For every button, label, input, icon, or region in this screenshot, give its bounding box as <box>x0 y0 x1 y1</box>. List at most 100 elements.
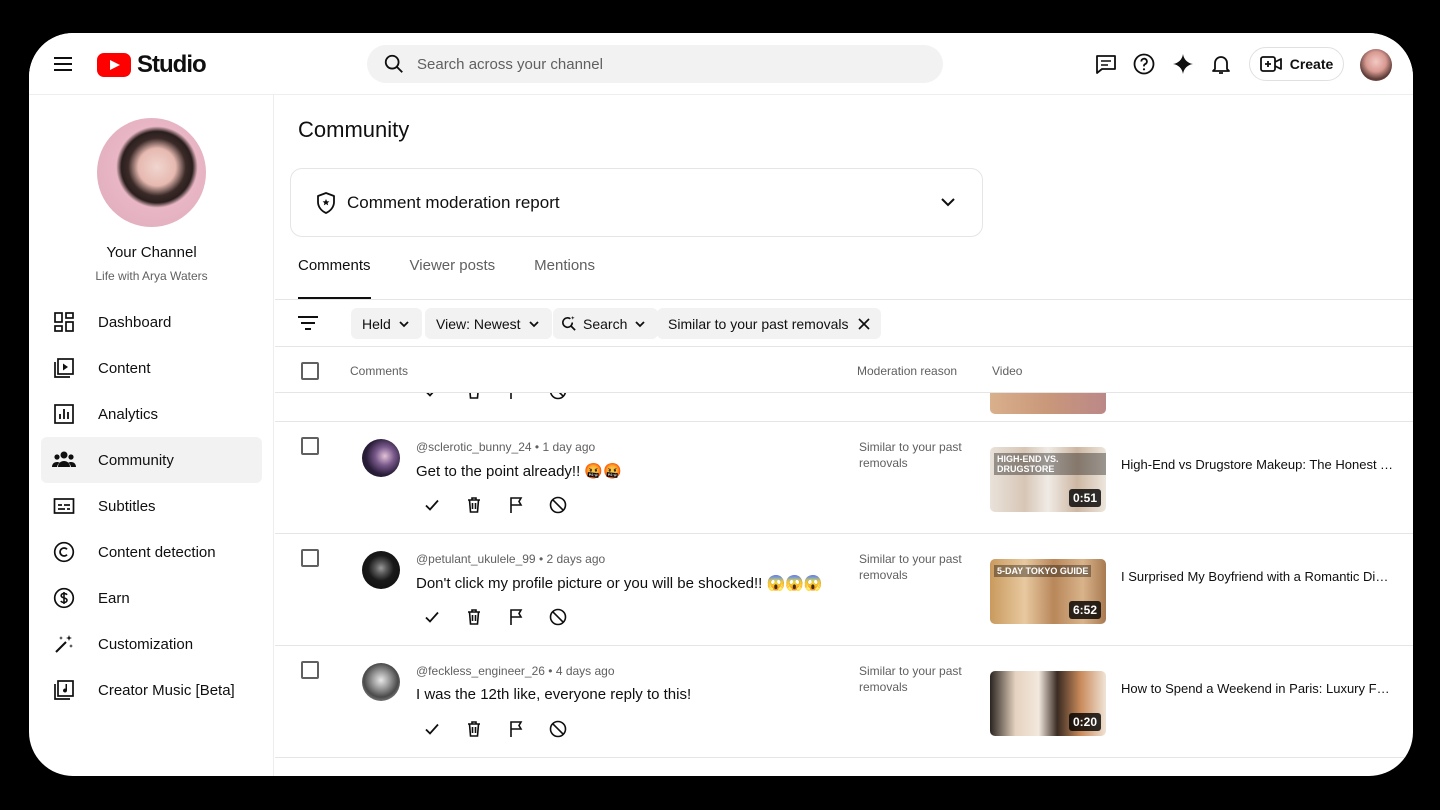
channel-subtitle: Life with Arya Waters <box>95 269 208 283</box>
magic-wand-icon <box>52 632 76 656</box>
report-flag-icon[interactable] <box>506 607 526 627</box>
sidebar-item-label: Earn <box>98 589 130 607</box>
notifications-bell-icon[interactable] <box>1209 52 1233 76</box>
comment-time: 2 days ago <box>546 552 606 566</box>
create-button[interactable]: Create <box>1249 47 1344 81</box>
delete-trash-icon[interactable] <box>464 393 484 401</box>
approve-check-icon[interactable] <box>422 719 442 739</box>
search-bar[interactable] <box>367 45 943 83</box>
report-label: Comment moderation report <box>347 192 560 212</box>
sidebar-item-label: Analytics <box>98 405 159 423</box>
account-avatar[interactable] <box>1360 49 1392 81</box>
table-row <box>275 393 1413 422</box>
video-thumbnail[interactable]: HIGH-END VS. DRUGSTORE 0:51 <box>990 447 1106 512</box>
sidebar-item-customization[interactable]: Customization <box>41 621 262 667</box>
hide-user-icon[interactable] <box>548 607 568 627</box>
top-bar: Studio Create <box>29 33 1413 95</box>
commenter-handle[interactable]: @petulant_ukulele_99 <box>416 552 536 566</box>
filter-icon[interactable] <box>297 313 319 333</box>
sidebar-item-creator-music[interactable]: Creator Music [Beta] <box>41 667 262 713</box>
delete-trash-icon[interactable] <box>464 495 484 515</box>
search-filter-chip[interactable]: Search <box>553 308 659 339</box>
sidebar-item-analytics[interactable]: Analytics <box>41 391 262 437</box>
comment-text: Get to the point already!! 🤬🤬 <box>416 463 622 480</box>
report-flag-icon[interactable] <box>506 495 526 515</box>
moderation-reason: Similar to your past removals <box>859 664 962 694</box>
similar-removals-chip[interactable]: Similar to your past removals <box>657 308 881 339</box>
search-input[interactable] <box>417 55 897 73</box>
hide-user-icon[interactable] <box>548 719 568 739</box>
sidebar-item-content[interactable]: Content <box>41 345 262 391</box>
sidebar-item-dashboard[interactable]: Dashboard <box>41 299 262 345</box>
studio-logo[interactable]: Studio <box>97 51 207 79</box>
filter-bar: Held View: Newest Search Similar to your… <box>275 300 1413 347</box>
shield-icon <box>317 191 335 214</box>
sidebar-item-label: Customization <box>98 635 194 653</box>
table-row: @petulant_ukulele_99 • 2 days ago Don't … <box>275 534 1413 646</box>
music-icon <box>52 678 76 702</box>
approve-check-icon[interactable] <box>422 393 442 401</box>
subtitles-icon <box>52 494 76 518</box>
report-flag-icon[interactable] <box>506 393 526 401</box>
commenter-avatar[interactable] <box>362 439 400 477</box>
report-flag-icon[interactable] <box>506 719 526 739</box>
comment-time: 1 day ago <box>542 440 596 454</box>
comment-meta: @feckless_engineer_26 • 4 days ago <box>416 664 615 678</box>
close-icon[interactable] <box>857 317 870 330</box>
commenter-avatar[interactable] <box>362 663 400 701</box>
help-icon[interactable] <box>1132 52 1156 76</box>
sidebar: Your Channel Life with Arya Waters Dashb… <box>29 95 274 776</box>
row-checkbox[interactable] <box>301 437 319 455</box>
thumbnail-caption: HIGH-END VS. DRUGSTORE <box>994 453 1106 475</box>
commenter-handle[interactable]: @sclerotic_bunny_24 <box>416 440 532 454</box>
sidebar-item-subtitles[interactable]: Subtitles <box>41 483 262 529</box>
tab-comments[interactable]: Comments <box>298 257 371 300</box>
video-thumbnail[interactable]: 0:20 <box>990 671 1106 736</box>
video-duration: 0:51 <box>1068 489 1101 507</box>
table-row: @sclerotic_bunny_24 • 1 day ago Get to t… <box>275 422 1413 534</box>
tab-bar: Comments Viewer posts Mentions <box>298 257 595 301</box>
comment-time: 4 days ago <box>555 664 615 678</box>
view-sort-chip[interactable]: View: Newest <box>425 308 552 339</box>
video-thumbnail[interactable]: 5-DAY TOKYO GUIDE 6:52 <box>990 559 1106 624</box>
hide-user-icon[interactable] <box>548 393 568 401</box>
comment-text: Don't click my profile picture or you wi… <box>416 575 823 592</box>
chevron-down-icon <box>635 320 645 327</box>
sparkle-icon[interactable] <box>1171 52 1195 76</box>
sidebar-nav: Dashboard Content Analytics Community Su… <box>41 299 262 713</box>
hide-user-icon[interactable] <box>548 495 568 515</box>
select-all-checkbox[interactable] <box>301 362 319 380</box>
sidebar-item-community[interactable]: Community <box>41 437 262 483</box>
hamburger-menu-icon[interactable] <box>49 52 77 76</box>
search-chip-label: Search <box>583 315 628 332</box>
approve-check-icon[interactable] <box>422 607 442 627</box>
video-title[interactable]: I Surprised My Boyfriend with a Romantic… <box>1121 569 1393 584</box>
delete-trash-icon[interactable] <box>464 607 484 627</box>
page-title: Community <box>298 117 410 142</box>
comment-moderation-report[interactable]: Comment moderation report <box>290 168 983 237</box>
channel-avatar[interactable] <box>97 118 206 227</box>
commenter-handle[interactable]: @feckless_engineer_26 <box>416 664 545 678</box>
row-checkbox[interactable] <box>301 549 319 567</box>
held-filter-chip[interactable]: Held <box>351 308 422 339</box>
video-title[interactable]: How to Spend a Weekend in Paris: Luxury … <box>1121 681 1393 696</box>
sidebar-item-content-detection[interactable]: Content detection <box>41 529 262 575</box>
chevron-down-icon <box>399 320 409 327</box>
tab-mentions[interactable]: Mentions <box>534 257 595 300</box>
moderation-reason: Similar to your past removals <box>859 552 962 582</box>
video-title[interactable]: High-End vs Drugstore Makeup: The Honest… <box>1121 457 1393 472</box>
video-plus-icon <box>1259 56 1282 72</box>
feedback-icon[interactable] <box>1094 52 1118 76</box>
chevron-down-icon[interactable] <box>938 192 958 212</box>
tab-viewer-posts[interactable]: Viewer posts <box>410 257 496 300</box>
commenter-avatar[interactable] <box>362 551 400 589</box>
column-header-moderation-reason: Moderation reason <box>857 364 958 378</box>
row-checkbox[interactable] <box>301 661 319 679</box>
approve-check-icon[interactable] <box>422 495 442 515</box>
thumbnail-caption: 5-DAY TOKYO GUIDE <box>994 565 1092 577</box>
sidebar-item-earn[interactable]: Earn <box>41 575 262 621</box>
delete-trash-icon[interactable] <box>464 719 484 739</box>
sidebar-item-label: Dashboard <box>98 313 172 331</box>
analytics-icon <box>52 402 76 426</box>
video-thumbnail[interactable] <box>990 393 1106 414</box>
